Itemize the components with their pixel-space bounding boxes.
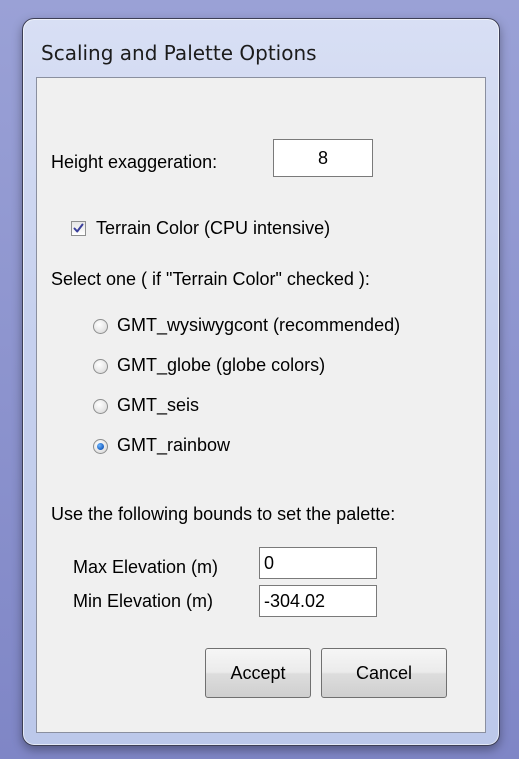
checkbox-box[interactable] <box>71 221 86 236</box>
radio-button[interactable] <box>93 399 108 414</box>
terrain-color-label: Terrain Color (CPU intensive) <box>96 218 331 238</box>
window-title: Scaling and Palette Options <box>41 41 317 65</box>
min-elevation-label: Min Elevation (m) <box>73 591 214 611</box>
max-elevation-label: Max Elevation (m) <box>73 557 219 577</box>
accept-button[interactable]: Accept <box>205 648 311 698</box>
palette-option-label: GMT_globe (globe colors) <box>117 355 326 375</box>
radio-button[interactable] <box>93 319 108 334</box>
palette-option-label: GMT_rainbow <box>117 435 231 455</box>
cancel-button[interactable]: Cancel <box>321 648 447 698</box>
min-elevation-input[interactable] <box>259 585 377 617</box>
dialog-window: Scaling and Palette Options Height exagg… <box>22 18 500 746</box>
palette-option-label: GMT_seis <box>117 395 200 415</box>
max-elevation-input[interactable] <box>259 547 377 579</box>
dialog-body: Height exaggeration: Terrain Color (CPU … <box>36 77 486 733</box>
checkmark-icon <box>73 223 84 233</box>
bounds-prompt: Use the following bounds to set the pale… <box>51 504 396 524</box>
palette-option-label: GMT_wysiwygcont (recommended) <box>117 315 401 335</box>
height-exaggeration-input[interactable] <box>273 139 373 177</box>
radio-button[interactable] <box>93 359 108 374</box>
palette-prompt: Select one ( if "Terrain Color" checked … <box>51 269 370 289</box>
title-bar[interactable]: Scaling and Palette Options <box>23 19 499 77</box>
radio-button-selected[interactable] <box>93 439 108 454</box>
height-exaggeration-label: Height exaggeration: <box>51 152 218 172</box>
